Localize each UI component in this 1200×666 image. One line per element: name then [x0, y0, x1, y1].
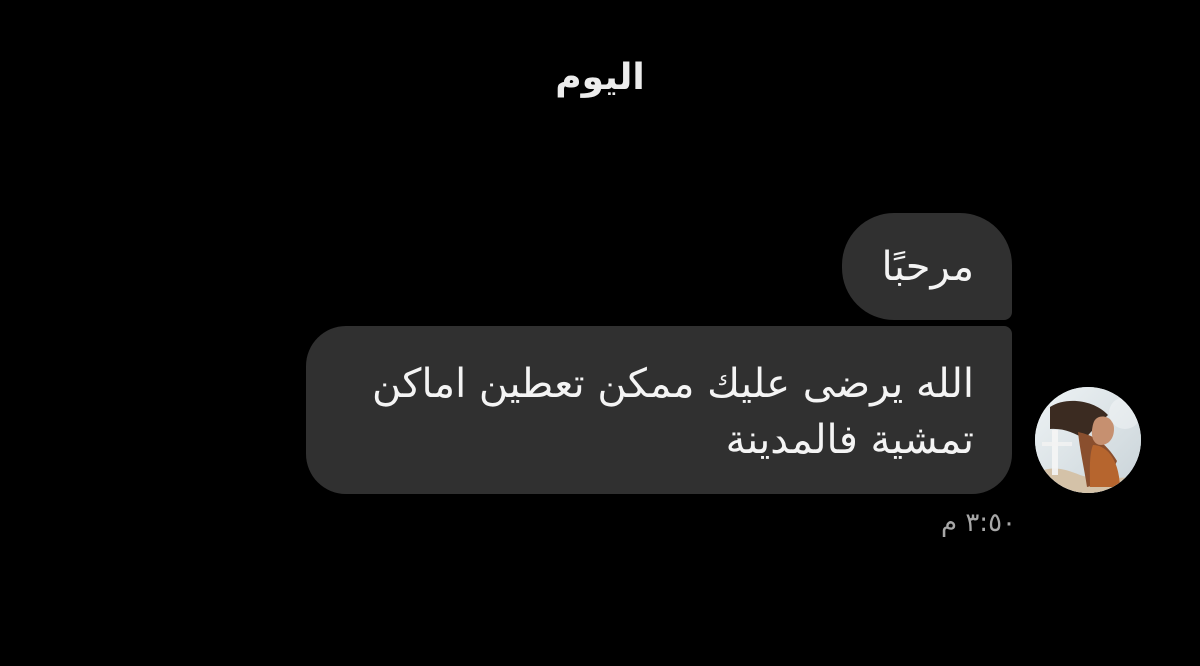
message-text: مرحبًا	[881, 244, 974, 290]
message-bubble[interactable]: الله يرضى عليك ممكن تعطين اماكن تمشية فا…	[306, 326, 1012, 494]
avatar[interactable]	[1035, 387, 1141, 493]
message-timestamp: ٣:٥٠ م	[940, 508, 1016, 538]
day-divider: اليوم	[555, 57, 645, 98]
chat-thread: اليوم مرحبًا الله يرضى عليك ممكن تعطين ا…	[0, 0, 1200, 666]
avatar-image	[1035, 387, 1141, 493]
message-bubble[interactable]: مرحبًا	[842, 213, 1012, 320]
message-text: الله يرضى عليك ممكن تعطين اماكن تمشية فا…	[371, 361, 974, 463]
